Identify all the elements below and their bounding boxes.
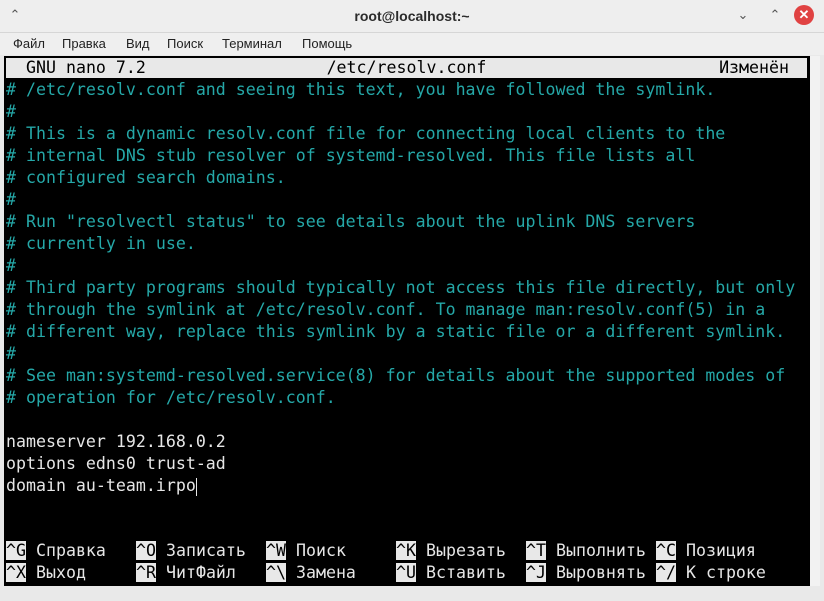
editor-line[interactable]: # through the symlink at /etc/resolv.con… (6, 299, 795, 321)
menu-help[interactable]: Помощь (302, 36, 352, 51)
shortcut-write[interactable]: ^O Записать (136, 540, 246, 562)
shortcut-replace[interactable]: ^\ Замена (266, 562, 356, 584)
editor-line[interactable]: # operation for /etc/resolv.conf. (6, 387, 795, 409)
editor-line[interactable]: # Run "resolvectl status" to see details… (6, 211, 795, 233)
editor-line[interactable]: # This is a dynamic resolv.conf file for… (6, 123, 795, 145)
shortcut-cut[interactable]: ^K Вырезать (396, 540, 506, 562)
window-titlebar[interactable]: ⌃ root@localhost:~ ⌄ ⌃ ✕ (0, 0, 824, 33)
shortcut-paste[interactable]: ^U Вставить (396, 562, 506, 584)
scrollbar[interactable] (810, 56, 820, 586)
menu-edit[interactable]: Правка (62, 36, 106, 51)
menu-view[interactable]: Вид (126, 36, 150, 51)
terminal-area[interactable]: GNU nano 7.2 /etc/resolv.conf Изменён # … (4, 56, 810, 586)
text-cursor (195, 477, 197, 496)
menubar: Файл Правка Вид Поиск Терминал Помощь (0, 33, 824, 55)
maximize-icon[interactable]: ⌃ (766, 6, 784, 24)
editor-line[interactable] (6, 409, 795, 431)
shortcut-go-to-line[interactable]: ^/ К строке (656, 562, 766, 584)
editor-line[interactable]: # different way, replace this symlink by… (6, 321, 795, 343)
minimize-icon[interactable]: ⌄ (734, 6, 752, 24)
editor-line[interactable]: # (6, 101, 795, 123)
menu-search[interactable]: Поиск (167, 36, 203, 51)
shortcut-bar: ^G Справка ^O Записать ^W Поиск ^K Вырез… (6, 540, 806, 584)
nano-status: Изменён (719, 58, 789, 77)
editor-line[interactable]: # (6, 343, 795, 365)
window-title: root@localhost:~ (354, 8, 470, 24)
editor-line[interactable]: # /etc/resolv.conf and seeing this text,… (6, 79, 795, 101)
editor-line[interactable]: # (6, 189, 795, 211)
editor-line[interactable]: options edns0 trust-ad (6, 453, 795, 475)
shortcut-execute[interactable]: ^T Выполнить (526, 540, 646, 562)
close-icon[interactable]: ✕ (794, 5, 814, 25)
editor-buffer[interactable]: # /etc/resolv.conf and seeing this text,… (6, 79, 795, 497)
editor-line[interactable]: # currently in use. (6, 233, 795, 255)
editor-line[interactable]: # configured search domains. (6, 167, 795, 189)
menu-file[interactable]: Файл (13, 36, 45, 51)
shortcut-location[interactable]: ^C Позиция (656, 540, 756, 562)
shortcut-read-file[interactable]: ^R ЧитФайл (136, 562, 236, 584)
editor-line[interactable]: # (6, 255, 795, 277)
menu-terminal[interactable]: Терминал (222, 36, 282, 51)
nano-header: GNU nano 7.2 /etc/resolv.conf Изменён (6, 58, 807, 78)
shortcut-where-is[interactable]: ^W Поиск (266, 540, 346, 562)
editor-line[interactable]: nameserver 192.168.0.2 (6, 431, 795, 453)
shortcut-exit[interactable]: ^X Выход (6, 562, 86, 584)
shortcut-help[interactable]: ^G Справка (6, 540, 106, 562)
editor-line[interactable]: # Third party programs should typically … (6, 277, 795, 299)
editor-line[interactable]: # internal DNS stub resolver of systemd-… (6, 145, 795, 167)
shortcut-justify[interactable]: ^J Выровнять (526, 562, 646, 584)
editor-line[interactable]: domain au-team.irpo (6, 475, 795, 497)
editor-line[interactable]: # See man:systemd-resolved.service(8) fo… (6, 365, 795, 387)
nano-filename: /etc/resolv.conf (326, 58, 487, 77)
